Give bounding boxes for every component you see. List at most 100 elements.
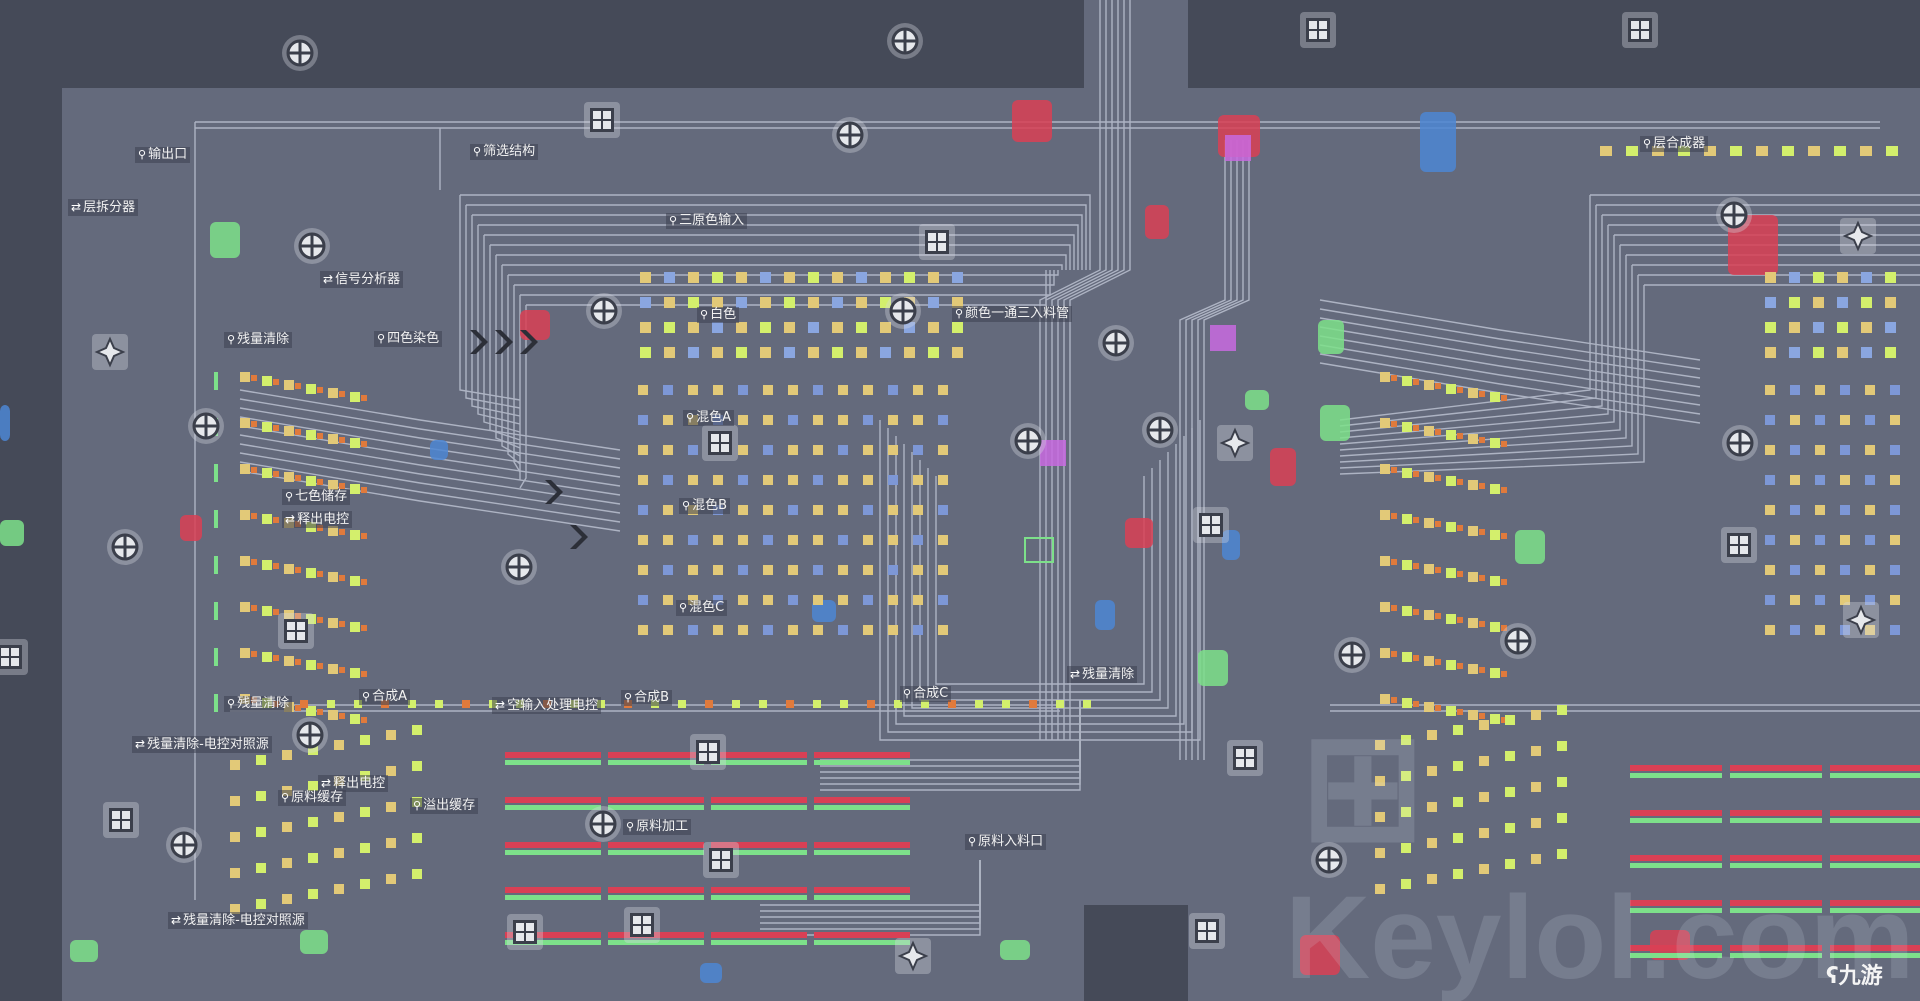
hub-crosshair-icon[interactable]	[107, 529, 143, 565]
mixer-machine[interactable]	[863, 385, 873, 395]
mixer-machine[interactable]	[1890, 505, 1900, 515]
mixer-machine[interactable]	[638, 565, 648, 575]
mixer-machine[interactable]	[863, 535, 873, 545]
mixer-machine[interactable]	[938, 445, 948, 455]
mixer-machine[interactable]	[663, 415, 673, 425]
mixer-machine[interactable]	[1890, 445, 1900, 455]
mixer-machine[interactable]	[688, 475, 698, 485]
buffer-machine[interactable]	[1531, 854, 1541, 864]
mixer-machine[interactable]	[1890, 625, 1900, 635]
storage-machine[interactable]	[262, 652, 272, 662]
mixer-machine[interactable]	[813, 535, 823, 545]
hub-crosshair-icon[interactable]	[1500, 623, 1536, 659]
mixer-machine[interactable]	[763, 445, 773, 455]
painter-machine[interactable]	[880, 272, 891, 283]
painter-machine[interactable]	[640, 347, 651, 358]
painter-machine[interactable]	[1885, 347, 1896, 358]
mixer-machine[interactable]	[1790, 415, 1800, 425]
hub-star-icon[interactable]	[895, 938, 931, 974]
storage-machine[interactable]	[1446, 430, 1456, 440]
synth-machine[interactable]	[759, 700, 767, 708]
combiner-machine[interactable]	[1782, 146, 1794, 156]
mixer-machine[interactable]	[888, 475, 898, 485]
processing-strip[interactable]	[505, 797, 601, 803]
buffer-machine[interactable]	[412, 761, 422, 771]
buffer-machine[interactable]	[386, 730, 396, 740]
hub-grid-icon[interactable]	[278, 613, 314, 649]
processing-strip[interactable]	[1830, 810, 1920, 816]
processing-strip[interactable]	[1630, 863, 1722, 868]
mixer-machine[interactable]	[1790, 445, 1800, 455]
mixer-machine[interactable]	[638, 445, 648, 455]
mixer-machine[interactable]	[1790, 625, 1800, 635]
storage-machine[interactable]	[240, 510, 250, 520]
hub-star-icon[interactable]	[1840, 218, 1876, 254]
storage-machine[interactable]	[350, 484, 360, 494]
painter-machine[interactable]	[856, 297, 867, 308]
mixer-machine[interactable]	[738, 535, 748, 545]
buffer-machine[interactable]	[1557, 849, 1567, 859]
painter-machine[interactable]	[712, 347, 723, 358]
combiner-machine[interactable]	[1808, 146, 1820, 156]
mixer-machine[interactable]	[738, 595, 748, 605]
mixer-machine[interactable]	[663, 445, 673, 455]
buffer-machine[interactable]	[308, 853, 318, 863]
buffer-machine[interactable]	[360, 879, 370, 889]
mixer-machine[interactable]	[838, 475, 848, 485]
mixer-machine[interactable]	[913, 385, 923, 395]
processing-strip[interactable]	[505, 760, 601, 765]
mixer-machine[interactable]	[913, 475, 923, 485]
processing-strip[interactable]	[814, 752, 910, 758]
mixer-machine[interactable]	[713, 565, 723, 575]
factory-map[interactable]: ⚲ 输出口 ⚲ 筛选结构 ⇄ 层拆分器 ⚲ 三原色输入 ⇄ 信号分析器 ⚲ 白色 ⚲ 颜色一通三入料管 ⚲ 残…	[0, 0, 1920, 1001]
signal-marker[interactable]	[1210, 325, 1236, 351]
storage-machine[interactable]	[350, 392, 360, 402]
map-label-four-color-dye[interactable]: ⚲ 四色染色	[374, 331, 443, 347]
processing-strip[interactable]	[711, 940, 807, 945]
storage-machine[interactable]	[1446, 476, 1456, 486]
processing-strip[interactable]	[505, 842, 601, 848]
combiner-machine[interactable]	[1886, 146, 1898, 156]
mixer-machine[interactable]	[763, 415, 773, 425]
buffer-machine[interactable]	[1557, 705, 1567, 715]
storage-machine[interactable]	[262, 606, 272, 616]
hub-crosshair-icon[interactable]	[1334, 637, 1370, 673]
map-label-mix-c[interactable]: ⚲ 混色C	[676, 600, 728, 616]
hub-crosshair-icon[interactable]	[1722, 425, 1758, 461]
buffer-machine[interactable]	[1505, 751, 1515, 761]
mixer-machine[interactable]	[813, 595, 823, 605]
storage-machine[interactable]	[284, 656, 294, 666]
synth-machine[interactable]	[975, 700, 983, 708]
painter-machine[interactable]	[808, 297, 819, 308]
storage-machine[interactable]	[284, 564, 294, 574]
buffer-machine[interactable]	[386, 874, 396, 884]
painter-machine[interactable]	[784, 297, 795, 308]
mixer-machine[interactable]	[1765, 415, 1775, 425]
processing-strip[interactable]	[608, 850, 704, 855]
processing-strip[interactable]	[505, 752, 601, 758]
synth-machine[interactable]	[300, 700, 308, 708]
mixer-machine[interactable]	[863, 565, 873, 575]
mixer-machine[interactable]	[788, 565, 798, 575]
processing-strip[interactable]	[814, 797, 910, 803]
storage-machine[interactable]	[328, 664, 338, 674]
storage-machine[interactable]	[240, 464, 250, 474]
map-label-signal-analyzer[interactable]: ⇄ 信号分析器	[320, 271, 404, 288]
buffer-machine[interactable]	[386, 802, 396, 812]
painter-machine[interactable]	[1837, 297, 1848, 308]
processing-strip[interactable]	[1630, 855, 1722, 861]
hub-crosshair-icon[interactable]	[282, 35, 318, 71]
painter-machine[interactable]	[1789, 322, 1800, 333]
storage-machine[interactable]	[1490, 392, 1500, 402]
combiner-machine[interactable]	[1730, 146, 1742, 156]
hub-grid-icon[interactable]	[1300, 12, 1336, 48]
hub-grid-icon[interactable]	[690, 734, 726, 770]
hub-star-icon[interactable]	[1217, 425, 1253, 461]
hub-crosshair-icon[interactable]	[832, 117, 868, 153]
painter-machine[interactable]	[1861, 297, 1872, 308]
synth-machine[interactable]	[678, 700, 686, 708]
painter-machine[interactable]	[1813, 297, 1824, 308]
buffer-machine[interactable]	[334, 884, 344, 894]
mixer-machine[interactable]	[738, 475, 748, 485]
painter-machine[interactable]	[856, 322, 867, 333]
